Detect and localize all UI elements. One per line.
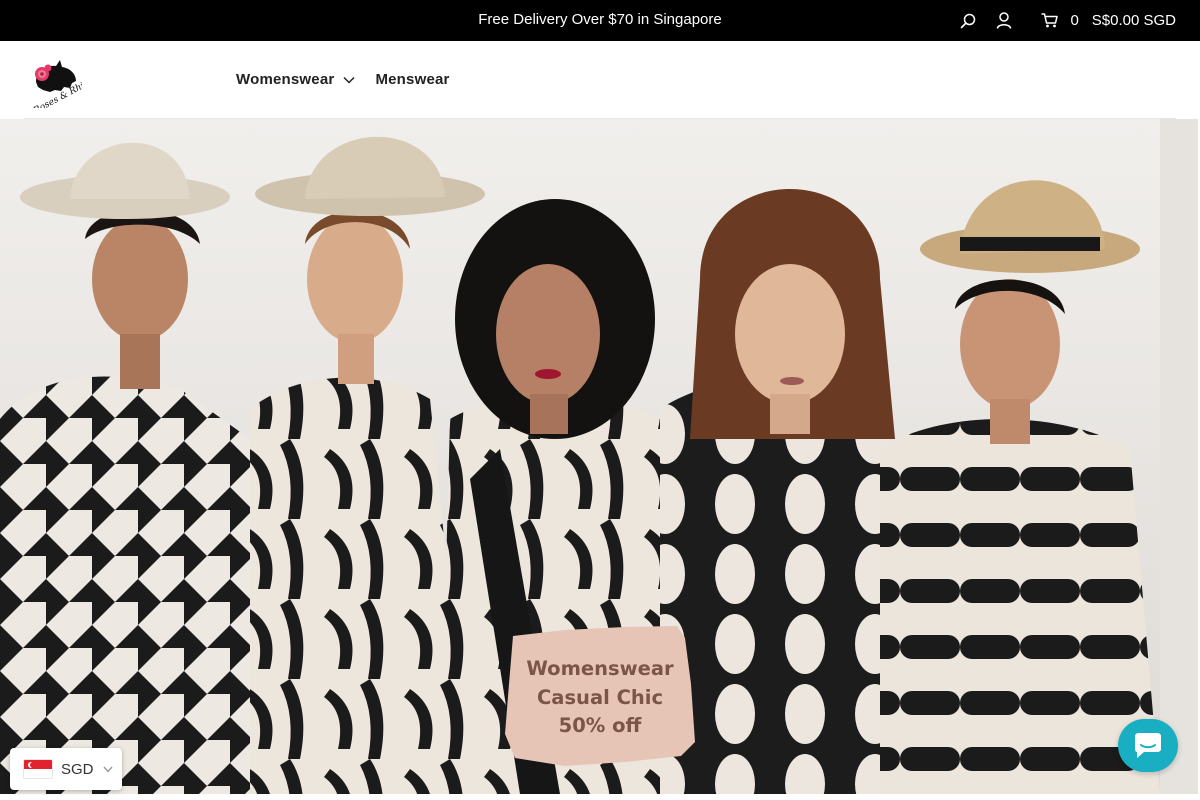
currency-selector[interactable]: SGD — [10, 748, 122, 790]
promo-line-1: Womenswear — [526, 657, 674, 680]
hero-banner[interactable]: Womenswear Casual Chic 50% off — [0, 119, 1198, 794]
chat-button[interactable] — [1118, 719, 1178, 772]
cart-count: 0 — [1070, 12, 1079, 29]
promo-line-3: 50% off — [558, 714, 642, 737]
cart-button[interactable]: 0 S$0.00 SGD — [1041, 12, 1176, 29]
nav-menswear[interactable]: Menswear — [375, 71, 449, 88]
site-header: Roses & Rhinos Womenswear Menswear — [0, 41, 1200, 119]
promo-badge[interactable]: Womenswear Casual Chic 50% off — [505, 624, 695, 766]
nav-womenswear[interactable]: Womenswear — [236, 71, 355, 88]
nav-womenswear-label: Womenswear — [236, 71, 335, 88]
user-icon[interactable] — [993, 10, 1015, 32]
chevron-down-icon — [102, 766, 113, 773]
singapore-flag-icon — [23, 759, 53, 779]
header-tools: 0 S$0.00 SGD — [943, 0, 1176, 41]
brand-logo[interactable]: Roses & Rhinos — [26, 52, 101, 117]
chevron-down-icon — [343, 76, 355, 84]
promo-line-2: Casual Chic — [536, 685, 664, 709]
currency-code: SGD — [61, 760, 94, 778]
cart-icon — [1041, 13, 1059, 28]
search-icon[interactable] — [957, 10, 979, 32]
announcement-bar: Free Delivery Over $70 in Singapore 0 S$… — [0, 0, 1200, 41]
cart-total: S$0.00 SGD — [1091, 12, 1176, 29]
chat-icon — [1132, 732, 1164, 760]
nav-menswear-label: Menswear — [375, 71, 450, 88]
promo-text: Womenswear Casual Chic 50% off — [505, 655, 695, 741]
main-nav: Womenswear Menswear — [236, 41, 470, 118]
